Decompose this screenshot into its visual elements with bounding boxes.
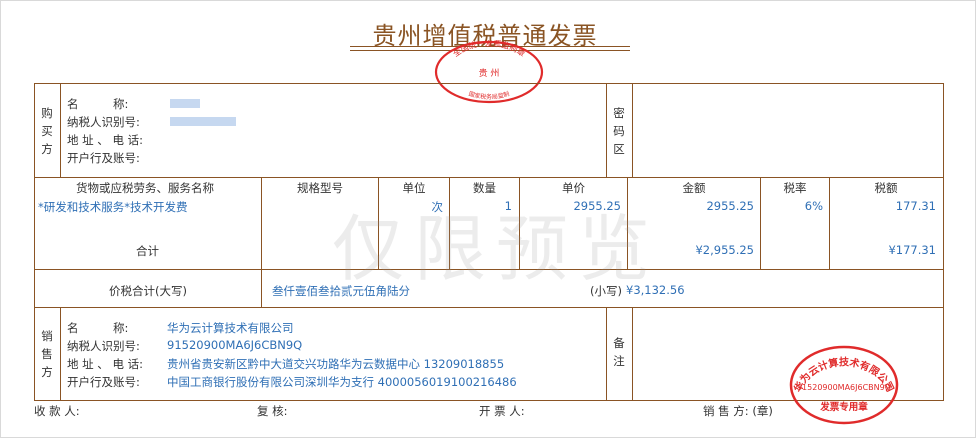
remarks-label-divider: [632, 307, 633, 400]
seller-remarks-divider: [606, 307, 607, 400]
seller-bank: 中国工商银行股份有限公司深圳华为支行 4000056019100216486: [167, 375, 517, 389]
footer-reviewer: 复 核:: [257, 404, 288, 418]
password-label-divider: [632, 83, 633, 178]
seller-address: 贵州省贵安新区黔中大道交兴功路华为云数据中心 13209018855: [167, 357, 505, 371]
preview-watermark: 仅限预览: [332, 207, 661, 291]
footer-issuer: 开 票 人:: [479, 404, 525, 418]
buyer-password-divider: [606, 83, 607, 178]
items-total-label: 合计: [136, 244, 159, 258]
item-tax: 177.31: [895, 199, 936, 213]
buyer-bank-label: 开户行及账号:: [67, 151, 140, 165]
stamp-seller-type: 发票专用章: [819, 401, 868, 413]
item-name: *研发和技术服务*技术开发费: [38, 200, 188, 214]
seller-name-label: 名 称:: [67, 321, 129, 335]
seller-section-label: 销售方: [41, 329, 53, 379]
remarks-label: 备注: [613, 336, 625, 368]
header-rate: 税率: [783, 181, 807, 195]
buyer-tax-id-label: 纳税人识别号:: [67, 115, 140, 129]
buyer-label-divider: [60, 83, 61, 178]
stamp-official-top-text: 全国统一发票监制章: [451, 40, 527, 59]
buyer-tax-id-redacted: [170, 117, 236, 126]
buyer-bottom-line: [34, 177, 944, 178]
seller-label-divider: [60, 307, 61, 400]
grand-total-label: 价税合计(大写): [109, 284, 187, 298]
stamp-seller-tax-id: 91520900MA6J6CBN9Q: [797, 383, 891, 392]
seller-tax-id: 91520900MA6J6CBN9Q: [167, 338, 303, 352]
footer-payee: 收 款 人:: [34, 404, 80, 418]
total-label-divider: [261, 269, 262, 308]
total-bottom-line: [34, 307, 944, 308]
item-rate: 6%: [804, 199, 823, 213]
items-total-tax: ¥177.31: [888, 243, 936, 257]
buyer-name-label: 名 称:: [67, 97, 129, 111]
footer-seller-seal: 销 售 方: (章): [703, 404, 773, 418]
seller-name: 华为云计算技术有限公司: [167, 321, 294, 335]
seller-address-label: 地 址 、 电 话:: [67, 357, 143, 371]
seller-tax-id-label: 纳税人识别号:: [67, 339, 140, 353]
stamp-official-city: 贵 州: [479, 67, 500, 79]
header-item-name: 货物或应税劳务、服务名称: [76, 181, 214, 195]
buyer-section-label: 购买方: [41, 106, 53, 156]
header-tax: 税额: [874, 181, 898, 195]
seller-bank-label: 开户行及账号:: [67, 375, 140, 389]
buyer-name-redacted: [170, 99, 200, 108]
buyer-address-label: 地 址 、 电 话:: [67, 133, 143, 147]
password-area-label: 密码区: [613, 106, 625, 156]
seller-invoice-stamp: 华为云计算技术有限公司 91520900MA6J6CBN9Q 发票专用章: [789, 345, 899, 425]
